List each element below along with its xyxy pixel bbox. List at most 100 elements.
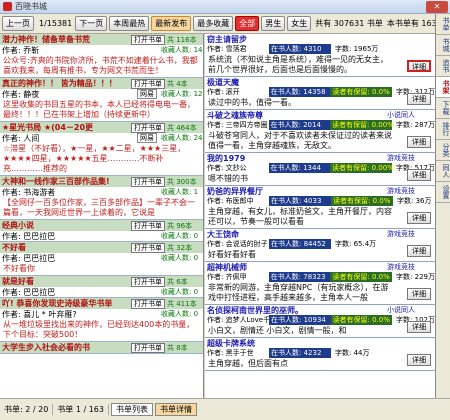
booklist-author: 作者: 人间 [2, 133, 40, 143]
side-tab[interactable]: 排行 [436, 119, 450, 140]
book-title[interactable]: 大王饶命 [207, 229, 387, 240]
tab-male[interactable]: 男生 [261, 16, 286, 31]
side-tab[interactable]: 书架 [436, 77, 450, 98]
book-title[interactable]: 超神机械师 [207, 262, 387, 273]
book-genre: 小说同人 [387, 306, 415, 314]
booklist-title[interactable]: 真正的神作！！ 皆为精品！！！ [0, 78, 131, 89]
booklist-fav-count: 收藏人数: 0 [161, 232, 199, 240]
open-booklist-button[interactable]: 打开书单 [131, 342, 165, 353]
booklist-meta: 作者: 巴巴拉巴 收藏人数: 0 [0, 253, 203, 263]
side-tab[interactable]: 分类 [436, 140, 450, 161]
booklist-item[interactable]: 就是好看 打开书单共 6本 作者: 巴巴拉巴 收藏人数: 0 [0, 276, 203, 298]
tab-week-hot[interactable]: 本周最热 [109, 16, 150, 31]
book-entry[interactable]: 斗破之魂族帝尊 小说同人 作者: 三帝四方帝圈 在书人数: 2014 读者有保留: 0.… [205, 110, 435, 153]
window-close-button[interactable]: ✕ [426, 1, 448, 13]
side-tab[interactable]: 同人 [436, 161, 450, 182]
book-word-count: 字数: 1965万 [335, 45, 379, 53]
booklist-item[interactable]: 不好看 打开书单共 32本 作者: 巴巴拉巴 收藏人数: 0 不好看你 [0, 242, 203, 276]
booklist-item[interactable]: 经典小说 打开书单共 96本 作者: 巴巴拉巴 收藏人数: 0 [0, 220, 203, 242]
booklist-author: 作者: 巴巴拉巴 [2, 287, 56, 297]
next-page-button[interactable]: 下一页 [75, 16, 108, 31]
book-detail-button[interactable]: 详细 [407, 321, 431, 333]
booklist-item[interactable]: 吖! 恭喜你发现史诗级豪华书单 打开书单共 411本 作者: 喜儿 * 叶弃雁? 收藏… [0, 298, 203, 342]
side-tab[interactable]: 书单 [436, 14, 450, 35]
booklist-title[interactable]: 潜力神作！储备草备书荒 [0, 34, 131, 45]
book-retention: 读者有保留: 0.00% [330, 120, 394, 130]
booklist-title[interactable]: 不好看 [0, 242, 131, 253]
booklist-description: 不好看你 [3, 264, 35, 273]
tab-newest[interactable]: 最新发布 [151, 16, 192, 31]
open-booklist-button[interactable]: 打开书单 [131, 276, 165, 287]
booklist-title[interactable]: 大学生步入社会必看的书 [0, 342, 131, 353]
book-entry[interactable]: 窃主请留步 作者: 雪落君 在书人数: 4310 字数: 1965万 系统流（不知说主角… [205, 34, 435, 77]
booklist-source-badge: 网易 [137, 133, 157, 143]
booklist-title[interactable]: ★星光书局 ★(04－20更 [0, 122, 131, 133]
status-tab-detail[interactable]: 书单详情 [154, 403, 197, 416]
booklist-item[interactable]: 潜力神作！储备草备书荒 打开书单共 116本 作者: 乔靳 收藏人数: 14 公众号:齐… [0, 34, 203, 78]
booklist-header: 吖! 恭喜你发现史诗级豪华书单 打开书单共 411本 [0, 298, 203, 309]
booklist-item[interactable]: 大神和一线作家三百部作品集! 打开书单共 300本 作者: 书海游者 收藏人数: 1 【… [0, 176, 203, 220]
book-entry[interactable]: 我的1979 游戏竞技 作者: 文抄公 在书人数: 1344 读者有保留: 0.00% 字… [205, 153, 435, 186]
book-detail-button[interactable]: 详细 [407, 354, 431, 366]
booklist-title[interactable]: 吖! 恭喜你发现史诗级豪华书单 [0, 298, 131, 309]
booklist-title[interactable]: 就是好看 [0, 276, 131, 287]
side-tab[interactable]: 追书 [436, 56, 450, 77]
booklist-meta: 作者: 人间 网易 收藏人数: 24 [0, 133, 203, 143]
booklist-description: 【全网仔一百多位作家，三百多部作品】一辈子不会一篇看，一天我网近世界一上读着的，… [3, 198, 195, 217]
prev-page-button[interactable]: 上一页 [2, 16, 34, 31]
side-tab[interactable]: 书城 [436, 35, 450, 56]
book-detail-button[interactable]: 详细 [407, 245, 431, 257]
tab-female[interactable]: 女生 [287, 16, 312, 31]
book-entry[interactable]: 超级卡牌系统 作者: 黑手于世 在书人数: 4232 字数: 44万 主角穿越，但后面有… [205, 338, 435, 371]
booklist-item[interactable]: ★星光书局 ★(04－20更 打开书单共 464本 作者: 人间 网易 收藏人数: 24… [0, 122, 203, 176]
book-detail-button[interactable]: 详细 [407, 136, 431, 148]
book-meta: 作者: 追梦人Love千 在书人数: 10934 读者有保留: 0.0% 字数: 10… [205, 315, 435, 325]
book-title[interactable]: 超级卡牌系统 [207, 338, 435, 349]
book-detail-button[interactable]: 详细 [407, 93, 431, 105]
booklist-count: 共 4本 [167, 79, 188, 88]
status-tab-list[interactable]: 书单列表 [110, 403, 153, 416]
open-booklist-button[interactable]: 打开书单 [131, 34, 165, 45]
tab-all[interactable]: 全部 [235, 16, 260, 31]
booklist-item[interactable]: 大学生步入社会必看的书 打开书单共 8本 [0, 342, 203, 354]
book-detail-button[interactable]: 详细 [407, 60, 431, 72]
book-entry[interactable]: 大王饶命 游戏竞技 作者: 会说话的肘子 在书人数: 84452 字数: 65.4万 好看… [205, 229, 435, 262]
book-detail-button[interactable]: 详细 [407, 288, 431, 300]
toolbar: 上一页 1/15381 下一页 本周最热 最新发布 最多收藏 全部 男生 女生 … [0, 14, 447, 34]
side-tab[interactable]: 下载 [436, 98, 450, 119]
book-title[interactable]: 窃主请留步 [207, 34, 435, 45]
book-title[interactable]: 奶爸的异界餐厅 [207, 186, 387, 197]
open-booklist-button[interactable]: 打开书单 [131, 242, 165, 253]
tab-most-fav[interactable]: 最多收藏 [193, 16, 234, 31]
booklist-title[interactable]: 经典小说 [0, 220, 131, 231]
book-detail-button[interactable]: 详细 [407, 169, 431, 181]
book-title[interactable]: 斗破之魂族帝尊 [207, 110, 387, 121]
open-booklist-button[interactable]: 打开书单 [131, 298, 165, 309]
book-title[interactable]: 名侦探柯南世界里的巫师。 [207, 305, 387, 316]
book-retention: 读者有保留: 0.00% [330, 163, 394, 173]
open-booklist-button[interactable]: 打开书单 [131, 220, 165, 231]
book-readers: 在书人数: 2014 [268, 120, 331, 130]
booklist-title[interactable]: 大神和一线作家三百部作品集! [0, 176, 131, 187]
book-word-count: 字数: 36万 [397, 197, 432, 205]
booklist-panel: 潜力神作！储备草备书荒 打开书单共 116本 作者: 乔靳 收藏人数: 14 公众号:齐… [0, 34, 204, 398]
open-booklist-button[interactable]: 打开书单 [131, 78, 165, 89]
booklist-fav-count: 收藏人数: 14 [161, 46, 203, 54]
book-title[interactable]: 极道天魔 [207, 77, 435, 88]
open-booklist-button[interactable]: 打开书单 [131, 122, 165, 133]
book-entry[interactable]: 名侦探柯南世界里的巫师。 小说同人 作者: 追梦人Love千 在书人数: 10934 读… [205, 305, 435, 338]
booklist-author: 作者: 书海游者 [2, 187, 56, 197]
booklist-fav-count: 收藏人数: 1 [161, 188, 199, 196]
book-entry[interactable]: 极道天魔 作者: 滚开 在书人数: 14358 读者有保留: 0.0% 字数: 312万… [205, 77, 435, 110]
book-word-count: 字数: 229万 [396, 273, 435, 281]
book-readers: 在书人数: 4232 [269, 348, 331, 358]
open-booklist-button[interactable]: 打开书单 [131, 176, 165, 187]
book-entry[interactable]: 奶爸的异界餐厅 游戏竞技 作者: 布医郎中 在书人数: 4033 读者有保留: 0.0%… [205, 186, 435, 229]
booklist-description: 这里收集的书目五星的书本，本人已经将得电电一番，最终！！！已在书架上增加（持续更… [3, 100, 195, 119]
book-title[interactable]: 我的1979 [207, 153, 387, 164]
book-entry[interactable]: 超神机械师 游戏竞技 作者: 齐佩甲 在书人数: 78323 读者有保留: 0.0% 字数… [205, 262, 435, 305]
booklist-item[interactable]: 真正的神作！！ 皆为精品！！！ 打开书单共 4本 作者: 静夜 网易 收藏人数: 12 这… [0, 78, 203, 122]
side-tab[interactable]: 设置 [436, 182, 450, 203]
book-detail-button[interactable]: 详细 [407, 212, 431, 224]
book-author: 作者: 追梦人Love千 [207, 316, 271, 324]
